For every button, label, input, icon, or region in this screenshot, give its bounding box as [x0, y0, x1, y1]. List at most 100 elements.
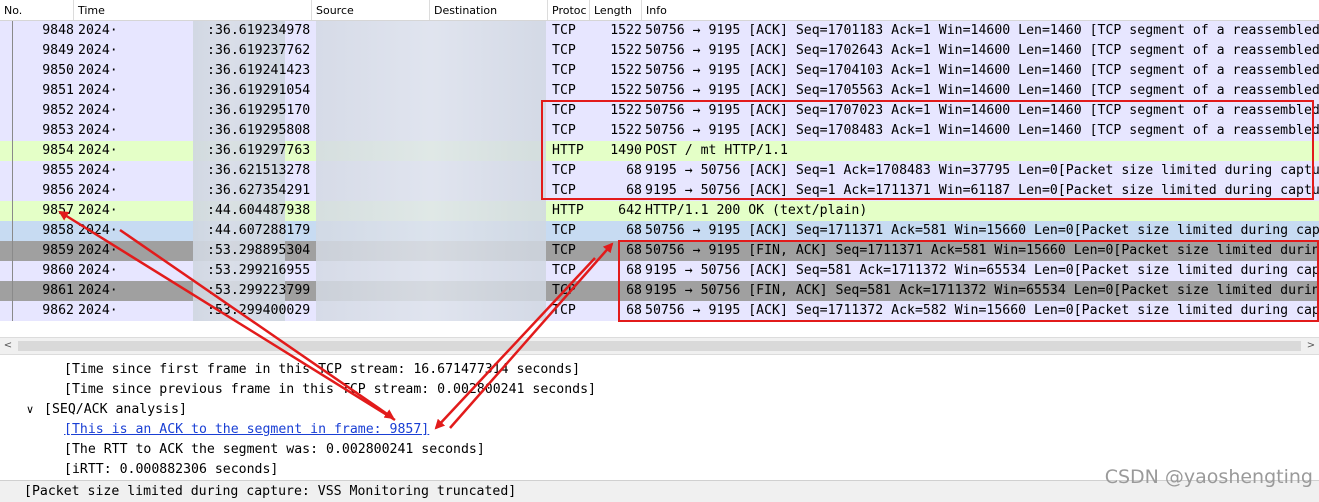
source-destination-blur [316, 241, 546, 261]
column-header-protocol[interactable]: Protoc [548, 0, 590, 20]
packet-list-header: No. Time Source Destination Protoc Lengt… [0, 0, 1319, 21]
packet-protocol: TCP [552, 83, 576, 98]
source-destination-blur [316, 21, 546, 41]
packet-length: 1522 [610, 23, 642, 38]
csdn-watermark: CSDN @yaoshengting [1104, 466, 1313, 488]
source-destination-blur [316, 101, 546, 121]
packet-date: 2024· [78, 123, 118, 138]
detail-ack-frame-link[interactable]: [This is an ACK to the segment in frame:… [64, 420, 429, 440]
packet-time-value: :36.619237762 [207, 43, 311, 58]
detail-time-since-prev[interactable]: [Time since previous frame in this TCP s… [64, 380, 596, 400]
column-header-info[interactable]: Info [642, 0, 1319, 20]
packet-protocol: TCP [552, 243, 576, 258]
packet-date: 2024· [78, 23, 118, 38]
packet-no: 9859 [42, 243, 74, 258]
packet-no: 9860 [42, 263, 74, 278]
source-destination-blur [316, 121, 546, 141]
source-destination-blur [316, 281, 546, 301]
packet-info: 50756 → 9195 [ACK] Seq=1704103 Ack=1 Win… [645, 63, 1319, 78]
packet-info: 50756 → 9195 [ACK] Seq=1711371 Ack=581 W… [645, 223, 1319, 238]
packet-time: 2024·:36.619234978 [78, 21, 312, 41]
packet-no: 9854 [42, 143, 74, 158]
packet-time: 2024·:36.619295170 [78, 101, 312, 121]
packet-date: 2024· [78, 163, 118, 178]
packet-protocol: TCP [552, 23, 576, 38]
scroll-left-icon[interactable]: < [0, 338, 16, 354]
packet-no: 9851 [42, 83, 74, 98]
status-text: [Packet size limited during capture: VSS… [24, 484, 517, 499]
packet-time-value: :53.298895304 [207, 243, 311, 258]
packet-time-value: :36.621513278 [207, 163, 311, 178]
packet-row[interactable]: 9857 2024·:44.604487938 HTTP 642 HTTP/1.1 20… [0, 201, 1319, 221]
packet-time: 2024· :53.298895304 [78, 241, 312, 261]
packet-protocol: TCP [552, 283, 576, 298]
packet-row[interactable]: 9850 2024·:36.619241423 TCP 1522 50756 → 919… [0, 61, 1319, 81]
packet-time-value: :44.607288179 [207, 223, 311, 238]
expand-chevron-icon[interactable]: ∨ [26, 400, 34, 420]
packet-time-value: :53.299400029 [207, 303, 311, 318]
source-destination-blur [316, 41, 546, 61]
packet-date: 2024· [78, 223, 118, 238]
column-header-time[interactable]: Time [74, 0, 312, 20]
detail-rtt[interactable]: [The RTT to ACK the segment was: 0.00280… [64, 440, 485, 460]
packet-time: 2024·:44.604487938 [78, 201, 312, 221]
packet-date: 2024· [78, 63, 118, 78]
packet-time: 2024· :36.619237762 [78, 41, 312, 61]
packet-date: 2024· [78, 243, 118, 258]
packet-no: 9852 [42, 103, 74, 118]
scroll-thumb[interactable] [18, 341, 1301, 351]
packet-list-hscrollbar[interactable]: < > [0, 337, 1319, 355]
packet-no: 9858 [42, 223, 74, 238]
source-destination-blur [316, 81, 546, 101]
packet-protocol: TCP [552, 223, 576, 238]
column-header-no[interactable]: No. [0, 0, 74, 20]
packet-date: 2024· [78, 183, 118, 198]
packet-time: 2024· :44.607288179 [78, 221, 312, 241]
packet-no: 9850 [42, 63, 74, 78]
packet-date: 2024· [78, 83, 118, 98]
detail-irtt[interactable]: [iRTT: 0.000882306 seconds] [64, 460, 278, 480]
packet-time: 2024· :36.621513278 [78, 161, 312, 181]
source-destination-blur [316, 201, 546, 221]
source-destination-blur [316, 141, 546, 161]
packet-protocol: TCP [552, 263, 576, 278]
packet-time: 2024· :36.619295808 [78, 121, 312, 141]
highlight-box-lower [618, 240, 1319, 322]
source-destination-blur [316, 161, 546, 181]
packet-row[interactable]: 9858 2024· :44.607288179 TCP 68 50756 → 9195 … [0, 221, 1319, 241]
packet-time-value: :36.627354291 [207, 183, 311, 198]
column-header-source[interactable]: Source [312, 0, 430, 20]
packet-length: 1522 [610, 63, 642, 78]
packet-protocol: TCP [552, 43, 576, 58]
packet-row[interactable]: 9851 2024·:36.619291054 TCP 1522 50756 → 919… [0, 81, 1319, 101]
column-header-length[interactable]: Length [590, 0, 642, 20]
detail-time-since-first[interactable]: [Time since first frame in this TCP stre… [64, 360, 580, 380]
packet-length: 68 [626, 223, 642, 238]
packet-length: 642 [618, 203, 642, 218]
packet-protocol: TCP [552, 63, 576, 78]
packet-time: 2024·:36.619241423 [78, 61, 312, 81]
detail-seq-ack-analysis[interactable]: [SEQ/ACK analysis] [44, 400, 187, 420]
packet-info: 50756 → 9195 [ACK] Seq=1701183 Ack=1 Win… [645, 23, 1319, 38]
scroll-right-icon[interactable]: > [1303, 338, 1319, 354]
packet-time-value: :36.619295808 [207, 123, 311, 138]
packet-time: 2024·:53.299400029 [78, 301, 312, 321]
packet-date: 2024· [78, 143, 118, 158]
packet-length: 1522 [610, 43, 642, 58]
packet-info: HTTP/1.1 200 OK (text/plain) [645, 203, 868, 218]
highlight-box-upper [541, 100, 1314, 200]
column-header-destination[interactable]: Destination [430, 0, 548, 20]
packet-row[interactable]: 9848 2024·:36.619234978 TCP 1522 50756 → 919… [0, 21, 1319, 41]
packet-row[interactable]: 9849 2024·:36.619237762 TCP 1522 50756 → 919… [0, 41, 1319, 61]
packet-time-value: :53.299223799 [207, 283, 311, 298]
packet-time: 2024· :36.627354291 [78, 181, 312, 201]
packet-time: 2024·:53.299223799 [78, 281, 312, 301]
packet-time-value: :36.619295170 [207, 103, 311, 118]
packet-time: 2024·:36.619291054 [78, 81, 312, 101]
packet-info: 50756 → 9195 [ACK] Seq=1705563 Ack=1 Win… [645, 83, 1319, 98]
packet-no: 9855 [42, 163, 74, 178]
packet-time: 2024·:53.299216955 [78, 261, 312, 281]
packet-date: 2024· [78, 203, 118, 218]
packet-date: 2024· [78, 43, 118, 58]
packet-no: 9862 [42, 303, 74, 318]
